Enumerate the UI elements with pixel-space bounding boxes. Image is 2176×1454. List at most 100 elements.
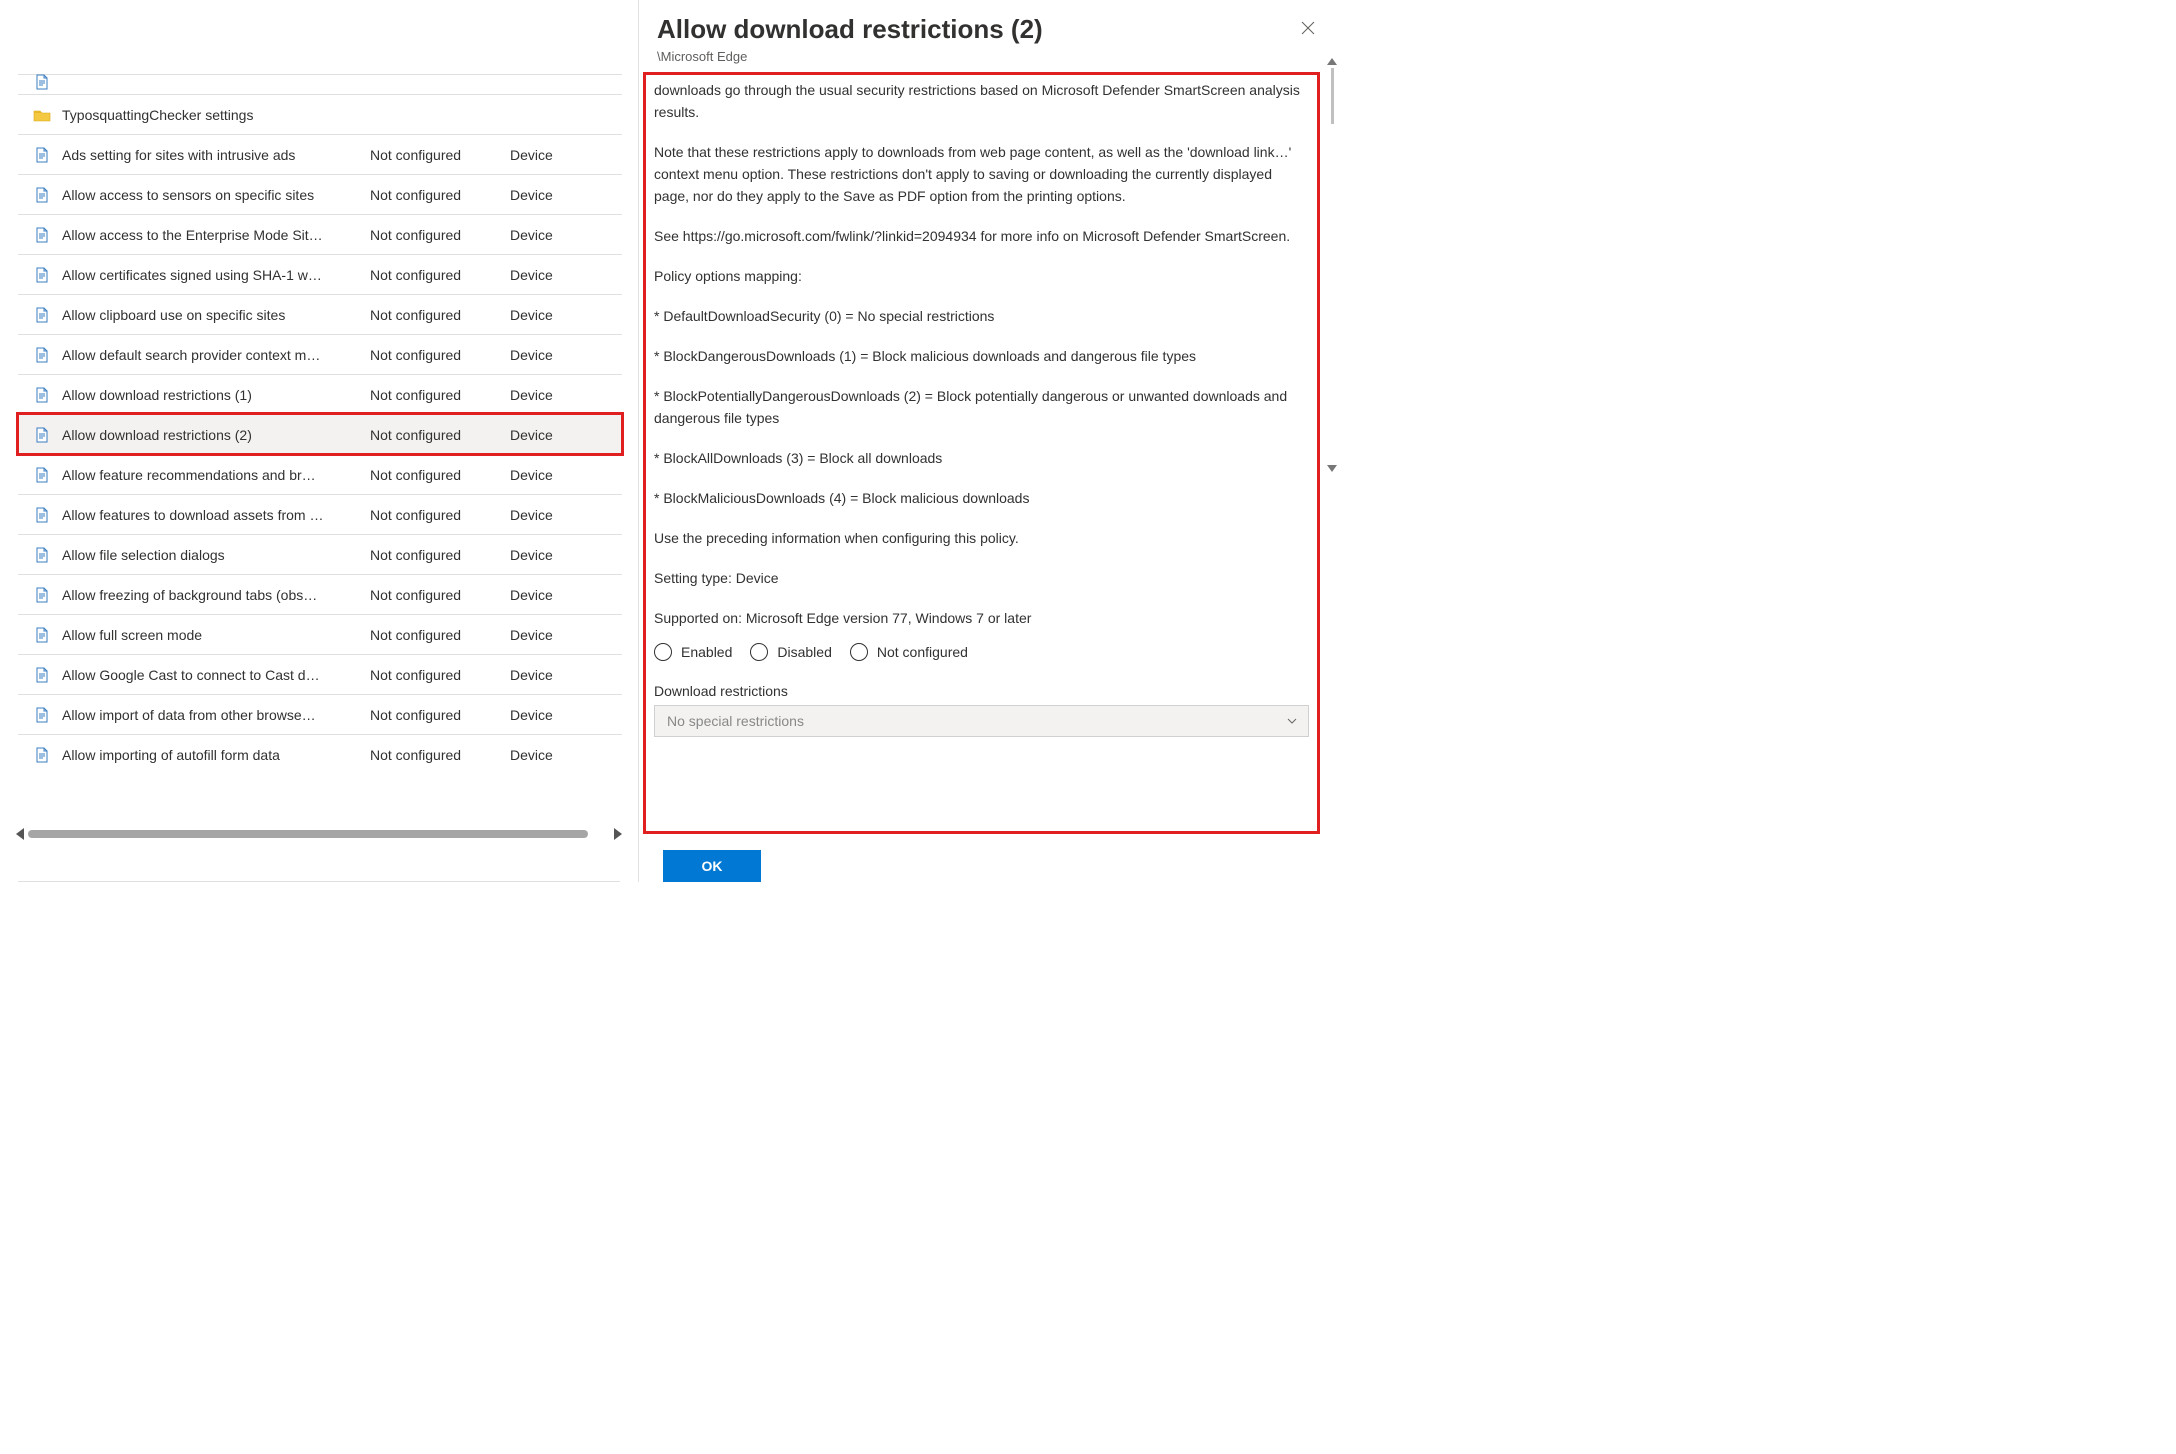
setting-name: Allow clipboard use on specific sites [62, 307, 370, 323]
setting-name: Allow access to sensors on specific site… [62, 187, 370, 203]
desc-paragraph: Supported on: Microsoft Edge version 77,… [654, 607, 1309, 629]
blade-subtitle: \Microsoft Edge [657, 49, 1320, 64]
clipped-row[interactable] [18, 74, 622, 94]
desc-paragraph: * BlockMaliciousDownloads (4) = Block ma… [654, 487, 1309, 509]
radio-enabled[interactable]: Enabled [654, 643, 732, 661]
close-button[interactable] [1294, 14, 1322, 42]
radio-icon [850, 643, 868, 661]
setting-name: Allow import of data from other browse… [62, 707, 370, 723]
setting-state: Not configured [370, 267, 510, 283]
setting-name: Allow feature recommendations and br… [62, 467, 370, 483]
desc-paragraph: Setting type: Device [654, 567, 1309, 589]
setting-scope: Device [510, 467, 590, 483]
setting-scope: Device [510, 427, 590, 443]
setting-row[interactable]: Allow access to sensors on specific site… [18, 174, 622, 214]
setting-name: Allow features to download assets from … [62, 507, 370, 523]
setting-scope: Device [510, 547, 590, 563]
setting-row[interactable]: Allow import of data from other browse…N… [18, 694, 622, 734]
document-icon [32, 425, 52, 445]
setting-row[interactable]: Allow freezing of background tabs (obs…N… [18, 574, 622, 614]
ok-button[interactable]: OK [663, 850, 761, 882]
setting-state: Not configured [370, 187, 510, 203]
document-icon [32, 705, 52, 725]
setting-row[interactable]: Allow file selection dialogsNot configur… [18, 534, 622, 574]
document-icon [32, 265, 52, 285]
radio-disabled[interactable]: Disabled [750, 643, 831, 661]
setting-row[interactable]: Allow full screen modeNot configuredDevi… [18, 614, 622, 654]
desc-paragraph: * BlockDangerousDownloads (1) = Block ma… [654, 345, 1309, 367]
vertical-scrollbar[interactable] [1328, 68, 1334, 822]
folder-row[interactable]: TyposquattingChecker settings [18, 94, 622, 134]
setting-name: Allow certificates signed using SHA-1 w… [62, 267, 370, 283]
folder-icon [32, 105, 52, 125]
setting-state: Not configured [370, 507, 510, 523]
radio-label: Enabled [681, 644, 732, 660]
setting-name: Allow importing of autofill form data [62, 747, 370, 763]
setting-scope: Device [510, 347, 590, 363]
setting-row[interactable]: Allow importing of autofill form dataNot… [18, 734, 622, 774]
setting-row[interactable]: Ads setting for sites with intrusive ads… [18, 134, 622, 174]
desc-paragraph: * BlockPotentiallyDangerousDownloads (2)… [654, 385, 1309, 429]
setting-name: Allow file selection dialogs [62, 547, 370, 563]
document-icon [32, 625, 52, 645]
setting-row[interactable]: Allow Google Cast to connect to Cast d…N… [18, 654, 622, 694]
download-restrictions-select[interactable]: No special restrictions [654, 705, 1309, 737]
desc-paragraph: Use the preceding information when confi… [654, 527, 1309, 549]
document-icon [32, 585, 52, 605]
details-blade: Allow download restrictions (2) \Microso… [638, 0, 1338, 882]
select-value: No special restrictions [667, 713, 804, 729]
setting-state: Not configured [370, 427, 510, 443]
setting-name: Allow full screen mode [62, 627, 370, 643]
setting-row[interactable]: Allow access to the Enterprise Mode Sit…… [18, 214, 622, 254]
radio-label: Disabled [777, 644, 831, 660]
radio-icon [654, 643, 672, 661]
setting-row[interactable]: Allow certificates signed using SHA-1 w…… [18, 254, 622, 294]
setting-row[interactable]: Allow clipboard use on specific sitesNot… [18, 294, 622, 334]
setting-state: Not configured [370, 227, 510, 243]
document-icon [32, 185, 52, 205]
scroll-thumb[interactable] [28, 830, 588, 838]
scroll-thumb[interactable] [1331, 68, 1334, 124]
download-restrictions-label: Download restrictions [654, 683, 1309, 699]
document-icon [32, 745, 52, 765]
setting-state: Not configured [370, 547, 510, 563]
scroll-right-icon[interactable] [614, 828, 622, 840]
desc-paragraph: * DefaultDownloadSecurity (0) = No speci… [654, 305, 1309, 327]
description: downloads go through the usual security … [654, 79, 1309, 629]
setting-state: Not configured [370, 747, 510, 763]
blade-title: Allow download restrictions (2) [657, 14, 1320, 45]
setting-scope: Device [510, 667, 590, 683]
setting-scope: Device [510, 267, 590, 283]
document-icon [32, 545, 52, 565]
setting-row[interactable]: Allow feature recommendations and br…Not… [18, 454, 622, 494]
setting-name: Ads setting for sites with intrusive ads [62, 147, 370, 163]
setting-row[interactable]: Allow default search provider context m…… [18, 334, 622, 374]
setting-state: Not configured [370, 147, 510, 163]
horizontal-scrollbar[interactable] [18, 827, 620, 843]
document-icon [32, 505, 52, 525]
scroll-down-icon[interactable] [1327, 465, 1337, 472]
setting-scope: Device [510, 307, 590, 323]
document-icon [32, 72, 52, 92]
document-icon [32, 145, 52, 165]
setting-scope: Device [510, 147, 590, 163]
setting-row[interactable]: Allow download restrictions (1)Not confi… [18, 374, 622, 414]
setting-name: Allow freezing of background tabs (obs… [62, 587, 370, 603]
setting-row[interactable]: Allow features to download assets from …… [18, 494, 622, 534]
setting-scope: Device [510, 227, 590, 243]
radio-icon [750, 643, 768, 661]
desc-paragraph: See https://go.microsoft.com/fwlink/?lin… [654, 225, 1309, 247]
setting-name: Allow download restrictions (2) [62, 427, 370, 443]
setting-scope: Device [510, 707, 590, 723]
setting-scope: Device [510, 387, 590, 403]
footer-divider [18, 881, 620, 882]
setting-row[interactable]: Allow download restrictions (2)Not confi… [18, 414, 622, 454]
radio-label: Not configured [877, 644, 968, 660]
radio-not-configured[interactable]: Not configured [850, 643, 968, 661]
document-icon [32, 305, 52, 325]
setting-name: Allow Google Cast to connect to Cast d… [62, 667, 370, 683]
document-icon [32, 465, 52, 485]
setting-scope: Device [510, 187, 590, 203]
scroll-up-icon[interactable] [1327, 58, 1337, 65]
document-icon [32, 665, 52, 685]
